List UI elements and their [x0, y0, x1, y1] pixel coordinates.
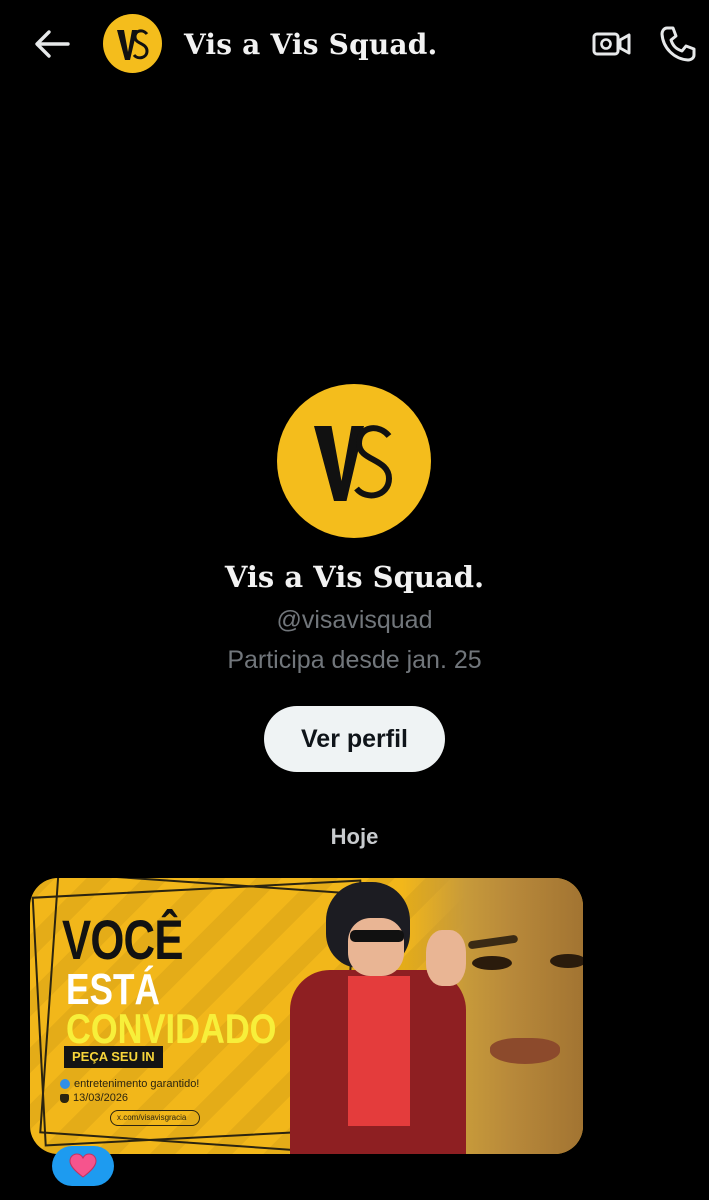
image-headline: CONVIDADO: [66, 1005, 277, 1052]
image-person-shirt: [348, 976, 410, 1126]
heart-reaction[interactable]: [52, 1146, 114, 1186]
image-url: x.com/visavisgracia: [110, 1110, 200, 1126]
image-face-detail: [490, 1038, 560, 1064]
image-face-detail: [550, 954, 583, 968]
back-button[interactable]: [30, 24, 74, 64]
image-tagline: entretenimento garantido!: [74, 1078, 200, 1090]
voice-call-button[interactable]: [656, 22, 700, 66]
back-arrow-icon: [35, 30, 70, 58]
video-call-button[interactable]: [590, 24, 634, 64]
phone-icon: [660, 26, 696, 62]
image-headline: VOCÊ: [62, 908, 183, 971]
profile-joined-date: Participa desde jan. 25: [227, 646, 482, 674]
image-date-row: 13/03/2026: [60, 1092, 128, 1104]
brand-logo-icon: [314, 425, 393, 501]
image-person-face: [348, 918, 404, 976]
image-face-detail: [472, 956, 512, 970]
profile-avatar[interactable]: [277, 384, 431, 538]
profile-handle: @visavisquad: [276, 606, 433, 634]
header-avatar[interactable]: [103, 14, 162, 73]
image-person-hand: [426, 930, 466, 986]
profile-name: Vis a Vis Squad.: [224, 560, 485, 594]
view-profile-button[interactable]: Ver perfil: [264, 706, 445, 772]
heart-icon: [69, 1153, 97, 1178]
image-message[interactable]: VOCÊ ESTÁ CONVIDADO PEÇA SEU IN entreten…: [30, 878, 583, 1154]
day-separator: Hoje: [330, 824, 379, 849]
bell-icon: [60, 1093, 69, 1103]
chat-header: Vis a Vis Squad.: [0, 0, 709, 90]
header-title[interactable]: Vis a Vis Squad.: [184, 28, 437, 61]
verified-icon: [60, 1079, 70, 1089]
image-date: 13/03/2026: [73, 1092, 129, 1104]
video-call-icon: [592, 32, 631, 56]
image-tagline-row: entretenimento garantido!: [60, 1078, 199, 1090]
brand-logo-icon: [116, 28, 149, 60]
image-person-glasses: [350, 930, 404, 942]
image-tag: PEÇA SEU IN: [64, 1046, 163, 1068]
